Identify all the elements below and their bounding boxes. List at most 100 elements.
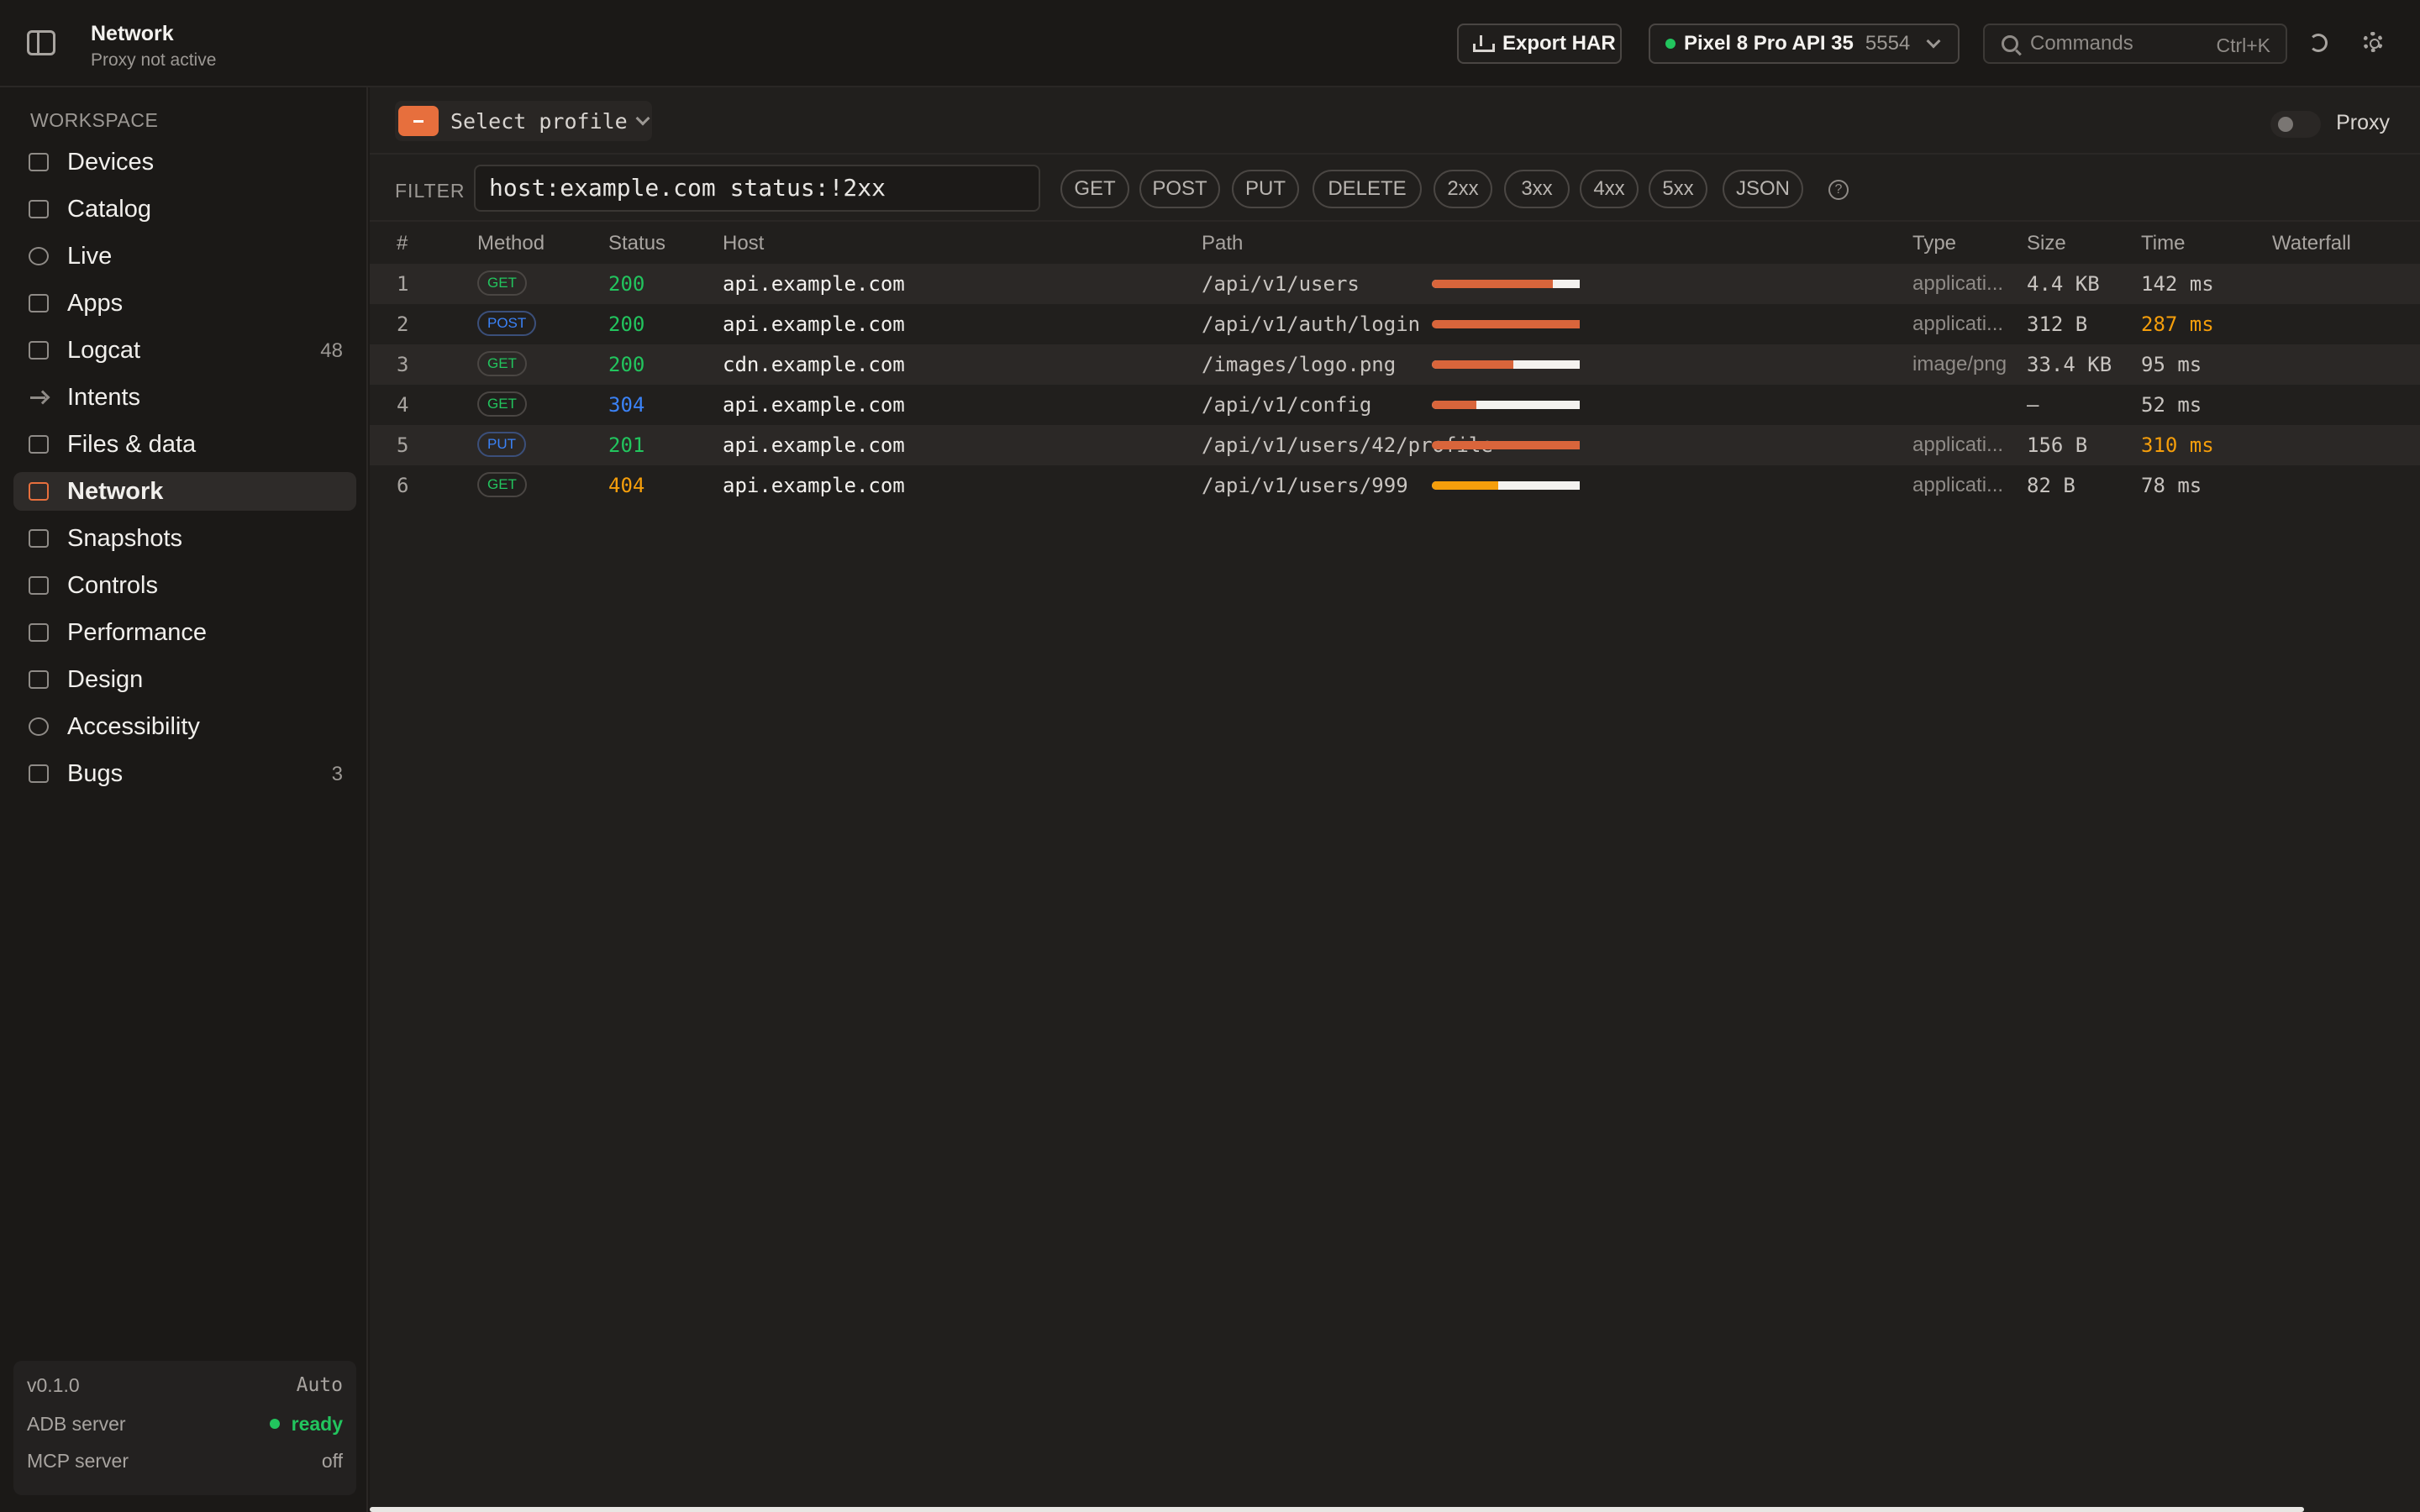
- devices-icon: [29, 153, 49, 171]
- theme-mode[interactable]: Auto: [297, 1374, 343, 1396]
- size-cell: 156 B: [2027, 433, 2088, 457]
- export-har-button[interactable]: Export HAR: [1457, 24, 1622, 64]
- sidebar-item-design[interactable]: Design: [13, 660, 356, 699]
- filter-chip-5xx[interactable]: 5xx: [1649, 170, 1707, 208]
- waterfall-bar: [1432, 401, 1580, 409]
- filter-chip-4xx[interactable]: 4xx: [1580, 170, 1639, 208]
- bug-icon: [29, 764, 49, 783]
- help-icon[interactable]: ?: [1828, 180, 1849, 200]
- filter-chip-post[interactable]: POST: [1139, 170, 1220, 208]
- sidebar-item-devices[interactable]: Devices: [13, 143, 356, 181]
- column-header-time[interactable]: Time: [2141, 232, 2185, 255]
- folder-icon: [29, 435, 49, 454]
- column-header-status[interactable]: Status: [608, 232, 666, 255]
- sidebar-item-files-data[interactable]: Files & data: [13, 425, 356, 464]
- sidebar-item-live[interactable]: Live: [13, 237, 356, 276]
- sidebar-item-performance[interactable]: Performance: [13, 613, 356, 652]
- filter-chip-2xx[interactable]: 2xx: [1434, 170, 1492, 208]
- sidebar-item-network[interactable]: Network: [13, 472, 356, 511]
- sidebar-item-controls[interactable]: Controls: [13, 566, 356, 605]
- catalog-icon: [29, 200, 49, 218]
- sidebar-item-bugs[interactable]: Bugs 3: [13, 754, 356, 793]
- table-row[interactable]: 5 PUT 201 api.example.com/api/v1/users/42/p…: [370, 425, 2420, 465]
- theme-toggle-icon[interactable]: [2309, 34, 2328, 52]
- time-cell: 95 ms: [2141, 353, 2202, 376]
- path-cell: /api/v1/auth/login: [1202, 312, 1421, 336]
- method-badge: POST: [477, 311, 537, 336]
- filter-chip-get[interactable]: GET: [1060, 170, 1129, 208]
- device-name: Pixel 8 Pro API 35: [1684, 32, 1854, 55]
- path-cell: /api/v1/users/999: [1202, 474, 1408, 497]
- gear-icon[interactable]: [2363, 32, 2383, 52]
- status-code: 200: [608, 312, 645, 336]
- download-icon: [1472, 34, 1495, 53]
- sidebar-item-label: Bugs: [67, 759, 124, 787]
- table-row[interactable]: 4 GET 304 api.example.com/api/v1/config – 52 …: [370, 385, 2420, 425]
- sidebar-item-label: Apps: [67, 289, 124, 317]
- adb-label: ADB server: [27, 1413, 126, 1435]
- sidebar-item-accessibility[interactable]: Accessibility: [13, 707, 356, 746]
- table-row[interactable]: 3 GET 200 cdn.example.com/images/logo.png im…: [370, 344, 2420, 385]
- column-header-size[interactable]: Size: [2027, 232, 2066, 255]
- status-code: 201: [608, 433, 645, 457]
- waterfall-bar: [1432, 320, 1580, 328]
- column-header-waterfall[interactable]: Waterfall: [2272, 232, 2351, 255]
- workspace-section-label: WORKSPACE: [30, 109, 159, 131]
- column-header-host[interactable]: Host: [723, 232, 764, 255]
- row-index: 3: [397, 353, 409, 376]
- filter-chip-delete[interactable]: DELETE: [1313, 170, 1422, 208]
- profile-label: Select profile: [450, 108, 628, 134]
- sidebar-item-logcat[interactable]: Logcat 48: [13, 331, 356, 370]
- horizontal-scrollbar[interactable]: [370, 1507, 2304, 1512]
- row-index: 5: [397, 433, 409, 457]
- sidebar-item-catalog[interactable]: Catalog: [13, 190, 356, 228]
- table-row[interactable]: 1 GET 200 api.example.com/api/v1/users appli…: [370, 264, 2420, 304]
- size-cell: 33.4 KB: [2027, 353, 2112, 376]
- filter-input[interactable]: host:example.com status:!2xx: [474, 165, 1040, 212]
- version-text: v0.1.0: [27, 1374, 80, 1396]
- proxy-label: Proxy: [2336, 111, 2390, 134]
- row-index: 1: [397, 272, 409, 296]
- proxy-status-text: Proxy not active: [91, 50, 217, 70]
- sidebar: WORKSPACE Devices Catalog Live Apps Logcat 48…: [0, 87, 368, 1512]
- sidebar-item-label: Catalog: [67, 195, 151, 223]
- device-port: 5554: [1865, 32, 1911, 55]
- waterfall-fill: [1432, 360, 1513, 369]
- sidebar-item-label: Logcat: [67, 336, 141, 364]
- status-code: 200: [608, 272, 645, 296]
- status-panel: v0.1.0 Auto ADB server ready MCP server …: [13, 1361, 356, 1495]
- sidebar-toggle-icon[interactable]: [27, 30, 55, 55]
- device-online-indicator: [1665, 39, 1676, 49]
- waterfall-bar: [1432, 441, 1580, 449]
- type-cell: applicati...: [1912, 312, 2004, 335]
- column-header-method[interactable]: Method: [477, 232, 544, 255]
- type-cell: applicati...: [1912, 474, 2004, 496]
- path-cell: /api/v1/config: [1202, 393, 1372, 417]
- waterfall-bar: [1432, 481, 1580, 490]
- method-badge: GET: [477, 391, 527, 417]
- apps-icon: [29, 294, 49, 312]
- filter-chip-json[interactable]: JSON: [1723, 170, 1803, 208]
- sidebar-item-apps[interactable]: Apps: [13, 284, 356, 323]
- profile-selector[interactable]: Select profile: [395, 101, 652, 141]
- sidebar-item-snapshots[interactable]: Snapshots: [13, 519, 356, 558]
- column-header-path[interactable]: Path: [1202, 232, 1243, 255]
- network-icon: [29, 482, 49, 501]
- column-header-type[interactable]: Type: [1912, 232, 1956, 255]
- sidebar-item-intents[interactable]: Intents: [13, 378, 356, 417]
- top-bar: Network Proxy not active Export HAR Pixe…: [0, 0, 2420, 87]
- sidebar-item-label: Intents: [67, 383, 141, 411]
- table-row[interactable]: 6 GET 404 api.example.com/api/v1/users/999 a…: [370, 465, 2420, 506]
- proxy-toggle[interactable]: [2270, 111, 2321, 138]
- filter-chip-put[interactable]: PUT: [1232, 170, 1299, 208]
- filter-chip-3xx[interactable]: 3xx: [1504, 170, 1570, 208]
- column-header-index[interactable]: #: [397, 232, 408, 255]
- search-icon: [2002, 35, 2018, 52]
- size-cell: 4.4 KB: [2027, 272, 2100, 296]
- command-search-input[interactable]: Commands Ctrl+K: [1983, 24, 2287, 64]
- waterfall-fill: [1432, 481, 1499, 490]
- host-cell: cdn.example.com: [723, 353, 905, 376]
- table-row[interactable]: 2 POST 200 api.example.com/api/v1/auth/logi…: [370, 304, 2420, 344]
- mcp-status-badge: off: [321, 1450, 343, 1472]
- device-selector[interactable]: Pixel 8 Pro API 35 5554: [1649, 24, 1960, 64]
